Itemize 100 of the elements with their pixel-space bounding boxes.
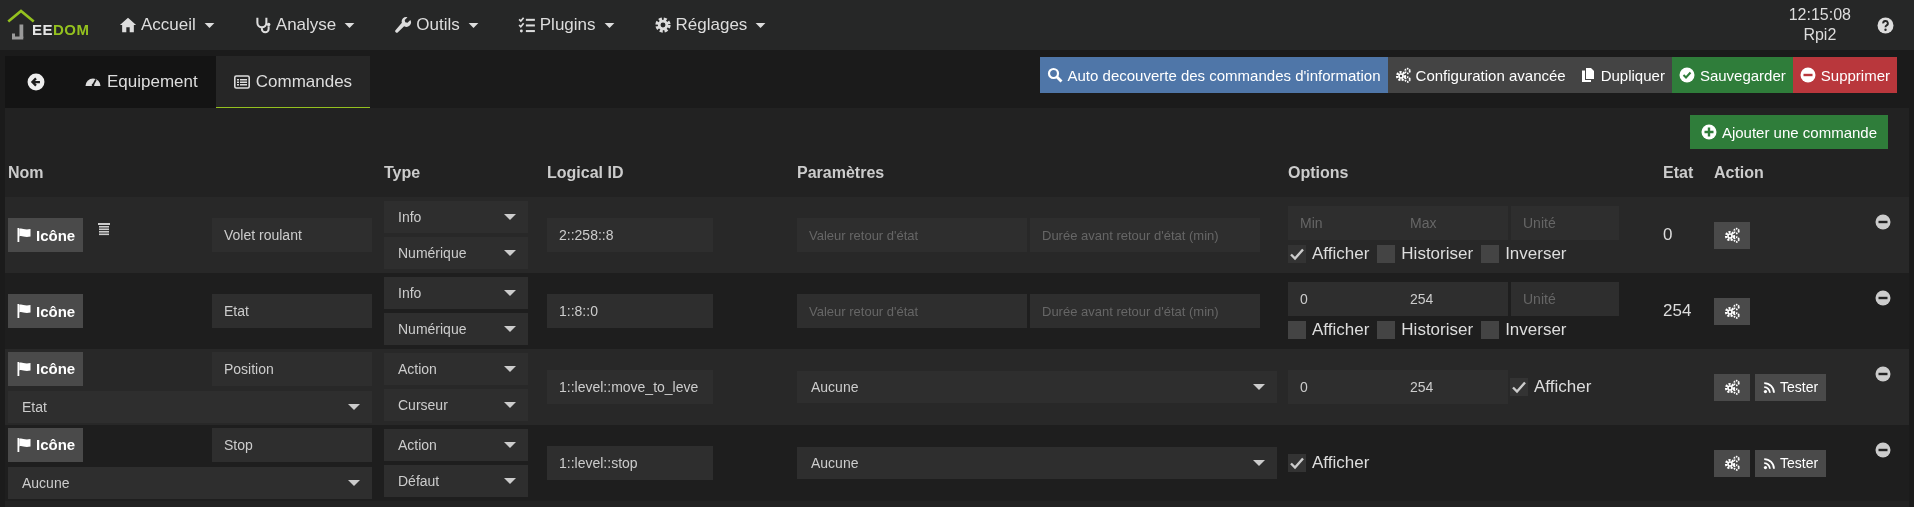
checklist-icon — [517, 16, 536, 34]
flag-icon — [16, 360, 32, 377]
type-select[interactable]: Action — [384, 353, 528, 385]
configure-button[interactable] — [1714, 221, 1750, 249]
test-button[interactable]: Tester — [1755, 449, 1827, 477]
remove-button[interactable] — [1875, 366, 1891, 382]
tab[interactable]: Equipement — [67, 56, 216, 108]
wrench-icon — [394, 16, 413, 34]
checkbox-label: Inverser — [1505, 320, 1567, 340]
column-header: Logical ID — [547, 164, 624, 181]
home-icon — [119, 16, 137, 34]
menu-item[interactable]: Réglages — [650, 11, 771, 39]
max-field[interactable]: 254 — [1398, 282, 1508, 316]
icon-button[interactable]: Icône — [8, 294, 84, 328]
configure-button[interactable] — [1714, 373, 1750, 401]
menu-item[interactable]: Analyse — [250, 11, 360, 39]
unit-field[interactable]: Unité — [1511, 206, 1619, 240]
add-command-button[interactable]: Ajouter une commande — [1689, 115, 1888, 149]
type-select[interactable]: Info — [384, 201, 528, 233]
delete-button[interactable]: Supprimer — [1792, 57, 1897, 93]
icon-button[interactable]: Icône — [8, 218, 84, 252]
logical-id-field[interactable]: 2::258::8 — [547, 218, 713, 252]
subtype-select[interactable]: Curseur — [384, 389, 528, 421]
checkbox-label: Afficher — [1312, 244, 1370, 264]
max-field[interactable]: 254 — [1398, 370, 1508, 404]
remove-button[interactable] — [1875, 290, 1891, 306]
icon-button[interactable]: Icône — [8, 351, 84, 386]
rss-icon — [1763, 456, 1776, 470]
save-button[interactable]: Sauvegarder — [1671, 57, 1793, 93]
checkbox[interactable] — [1510, 378, 1528, 396]
remove-button[interactable] — [1875, 214, 1891, 230]
checkbox[interactable] — [1288, 454, 1306, 472]
remove-button[interactable] — [1875, 442, 1891, 458]
checkbox[interactable] — [1481, 245, 1500, 263]
icon-button[interactable]: Icône — [8, 427, 84, 462]
remove-icon — [1875, 366, 1891, 382]
checkbox[interactable] — [1481, 321, 1500, 339]
configure-button[interactable] — [1714, 449, 1750, 477]
parameter-field[interactable]: Durée avant retour d'état (min) — [1030, 294, 1260, 328]
subtype-select[interactable]: Numérique — [384, 313, 528, 345]
duplicate-button[interactable]: Dupliquer — [1572, 57, 1672, 93]
min-field[interactable]: 0 — [1288, 282, 1398, 316]
menu-item[interactable]: Accueil — [116, 11, 219, 39]
menu-item[interactable]: Outils — [391, 11, 483, 39]
state-value: 254 — [1663, 301, 1692, 321]
flag-icon — [16, 436, 32, 453]
flag-icon — [16, 227, 32, 243]
cogs-icon — [1724, 379, 1740, 395]
help-button[interactable] — [1877, 16, 1894, 34]
menu-item[interactable]: Plugins — [514, 11, 619, 39]
help-icon — [1877, 16, 1894, 34]
stethoscope-icon — [253, 16, 272, 34]
back-button[interactable] — [5, 56, 67, 108]
type-select[interactable]: Info — [384, 277, 528, 309]
remove-icon — [1875, 214, 1891, 230]
min-field[interactable]: 0 — [1288, 370, 1398, 404]
tab[interactable]: Commandes — [215, 56, 371, 108]
column-header: Nom — [8, 164, 44, 181]
name-field[interactable]: Stop — [212, 427, 372, 462]
parameter-field[interactable]: Valeur retour d'état — [797, 218, 1027, 252]
test-button[interactable]: Tester — [1755, 373, 1827, 401]
configure-button[interactable] — [1714, 297, 1750, 325]
max-field[interactable]: Max — [1398, 206, 1508, 240]
column-header: Etat — [1663, 164, 1694, 181]
search-icon — [1046, 67, 1063, 83]
unit-field[interactable]: Unité — [1511, 282, 1619, 316]
parameter-field[interactable]: Durée avant retour d'état (min) — [1030, 218, 1260, 252]
checkbox-label: Inverser — [1505, 244, 1567, 264]
column-header: Options — [1288, 164, 1349, 181]
list-icon — [233, 73, 250, 90]
logical-id-field[interactable]: 1::level::stop — [547, 446, 713, 480]
value-select[interactable]: Aucune — [8, 466, 372, 499]
advanced-config-button[interactable]: Configuration avancée — [1387, 57, 1573, 93]
copy-icon — [1579, 67, 1596, 83]
rss-icon — [1763, 380, 1776, 394]
name-field[interactable]: Volet roulant — [212, 218, 372, 252]
name-field[interactable]: Etat — [212, 294, 372, 328]
column-header: Type — [384, 164, 421, 181]
checkbox[interactable] — [1288, 321, 1306, 339]
checkbox[interactable] — [1377, 321, 1396, 339]
logical-id-field[interactable]: 1::8::0 — [547, 294, 713, 328]
value-select[interactable]: Etat — [8, 390, 372, 423]
plus-circle-icon — [1700, 124, 1717, 140]
minus-circle-icon — [1799, 67, 1816, 83]
min-field[interactable]: Min — [1288, 206, 1398, 240]
parameter-field[interactable]: Valeur retour d'état — [797, 294, 1027, 328]
checkbox-label: Afficher — [1534, 377, 1592, 397]
checkbox[interactable] — [1377, 245, 1396, 263]
parameter-select[interactable]: Aucune — [797, 447, 1277, 479]
parameter-select[interactable]: Aucune — [797, 371, 1277, 403]
logical-id-field[interactable]: 1::level::move_to_leve — [547, 370, 713, 404]
checkbox[interactable] — [1288, 245, 1306, 263]
name-field[interactable]: Position — [212, 351, 372, 386]
clock-time: 12:15:08 — [1788, 5, 1851, 25]
column-header: Paramètres — [797, 164, 885, 181]
cogs-icon — [1724, 303, 1740, 319]
type-select[interactable]: Action — [384, 429, 528, 461]
subtype-select[interactable]: Défaut — [384, 465, 528, 497]
subtype-select[interactable]: Numérique — [384, 237, 528, 269]
auto-discovery-button[interactable]: Auto decouverte des commandes d'information — [1039, 57, 1388, 93]
